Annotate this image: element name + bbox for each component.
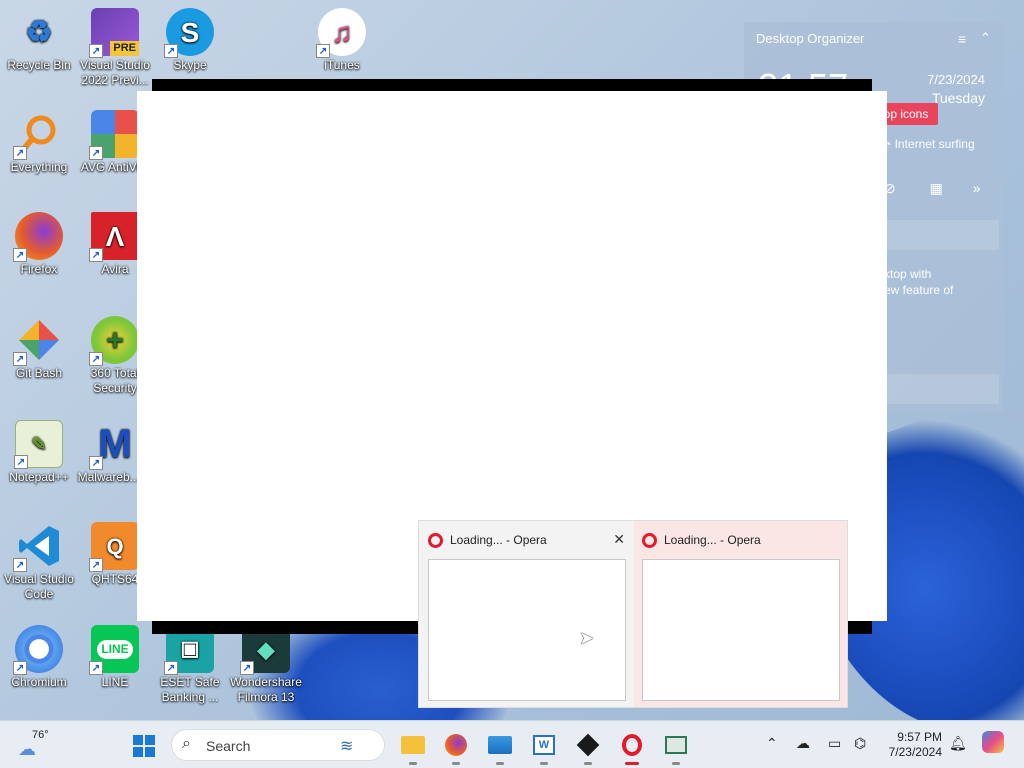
organizer-tip: ktop with ew feature of (884, 267, 954, 297)
opera-icon (642, 533, 657, 548)
taskbar-app[interactable] (660, 729, 692, 765)
preview-title: Loading... - Opera (664, 533, 761, 547)
git-bash-icon: ↗ (13, 316, 63, 366)
taskbar-photos[interactable] (484, 729, 516, 765)
desktop-icon-label: Skype (173, 58, 207, 72)
line-icon: LINE ↗ (89, 625, 139, 675)
desktop-icon-label: Git Bash (15, 366, 63, 380)
taskbar-preview-popup: Loading... - Opera ✕ Loading... - Opera (418, 520, 848, 708)
taskbar-search[interactable]: ⌕ Search ≋ (171, 729, 385, 761)
firefox-icon: ↗ (13, 212, 63, 262)
desktop-icon-vscode[interactable]: ↗ Visual Studio Code (1, 522, 77, 602)
chromium-icon: ↗ (13, 625, 63, 675)
cloud-offline-icon[interactable]: ☁ (796, 735, 810, 752)
desktop-icon-skype[interactable]: S ↗ Skype (152, 8, 228, 73)
organizer-title: Desktop Organizer (756, 31, 865, 46)
start-button[interactable] (133, 735, 155, 757)
photos-icon (488, 736, 512, 754)
desktop-icon-line[interactable]: LINE ↗ LINE (77, 625, 153, 690)
taskbar-file-explorer[interactable] (397, 729, 429, 765)
avg-icon: ↗ (89, 110, 139, 160)
search-icon: ⌕ (182, 735, 191, 752)
organizer-toolbar: ⊘ ▦ » (884, 180, 981, 197)
desktop-icon-label: Avira (101, 262, 129, 276)
weather-widget[interactable]: 76° ☁ (18, 729, 58, 761)
bell-icon[interactable]: 🔔︎ (949, 735, 967, 752)
taskbar: 76° ☁ ⌕ Search ≋ W ⌃ ☁ ▭ ⌬ 9:57 PM 7/23/… (0, 720, 1024, 768)
cloud-icon: ☁ (18, 739, 36, 759)
desktop-icon-recycle-bin[interactable]: ♻ Recycle Bin (1, 8, 77, 73)
everything-icon: ↗ (13, 110, 63, 160)
taskbar-word[interactable]: W (528, 729, 560, 765)
preview-content (428, 559, 626, 701)
display-icon[interactable]: ▭ (828, 735, 841, 752)
desktop-icon-label: iTunes (324, 58, 360, 72)
desktop-icon-chromium[interactable]: ↗ Chromium (1, 625, 77, 690)
notepad-plus-plus-icon: ✎ ↗ (14, 420, 63, 469)
expand-icon[interactable]: » (973, 180, 981, 196)
desktop-icon-label: Visual Studio 2022 Previ... (80, 58, 150, 87)
skype-icon: S ↗ (164, 8, 214, 58)
network-icon[interactable]: ⌬ (854, 735, 866, 752)
organizer-day: Tuesday (931, 90, 985, 106)
close-icon[interactable]: ✕ (613, 531, 625, 548)
vscode-icon: ↗ (13, 522, 63, 572)
desktop-icon-label: Wondershare Filmora 13 (230, 675, 302, 704)
chevron-up-icon[interactable]: ⌃ (980, 30, 991, 46)
preview-content (642, 559, 840, 701)
search-label: Search (206, 738, 251, 754)
copilot-icon[interactable] (982, 731, 1004, 753)
desktop-icon-label: ESET Safe Banking ... (160, 675, 220, 704)
folder-icon (401, 736, 425, 754)
desktop-icon-label: Notepad++ (9, 470, 69, 484)
desktop-icon-visual-studio[interactable]: PRE ↗ Visual Studio 2022 Previ... (77, 8, 153, 88)
desktop-icon-filmora[interactable]: ◆ ↗ Wondershare Filmora 13 (228, 625, 304, 705)
desktop-icon-label: 360 Total Security (90, 366, 140, 395)
preview-title: Loading... - Opera (450, 533, 547, 547)
box-icon (576, 733, 600, 757)
organizer-band (884, 220, 999, 250)
desktop-icon-label: Everything (10, 160, 68, 174)
calculator-icon[interactable]: ▦ (930, 180, 943, 196)
taskbar-opera[interactable] (616, 729, 648, 765)
internet-surfing-tag[interactable]: ◔ Internet surfing (884, 137, 975, 151)
desktop-icon-label: Chromium (11, 675, 67, 689)
desktop-icon-label: Visual Studio Code (4, 572, 74, 601)
hamburger-menu-icon[interactable]: ≡ (958, 31, 966, 47)
taskbar-clock[interactable]: 9:57 PM 7/23/2024 (884, 730, 942, 760)
mouse-cursor-icon: ➤ (579, 628, 595, 648)
desktop-icon-label: LINE (101, 675, 129, 689)
preview-thumbnail[interactable]: Loading... - Opera ✕ (420, 521, 633, 707)
360-security-icon: + ↗ (89, 316, 139, 366)
qhts64-icon: Q ↗ (89, 522, 139, 572)
desktop-icon-everything[interactable]: ↗ Everything (1, 110, 77, 175)
word-icon: W (533, 735, 555, 755)
itunes-icon: ♫ ↗ (316, 8, 366, 58)
opera-icon (428, 533, 443, 548)
desktop-icon-label: Firefox (20, 262, 58, 276)
chevron-up-icon[interactable]: ⌃ (766, 735, 778, 752)
firefox-icon (445, 734, 467, 756)
desktop-icon-label: QHTS64 (91, 572, 139, 586)
desktop-icon-firefox[interactable]: ↗ Firefox (1, 212, 77, 277)
malwarebytes-icon: M ↗ (89, 420, 139, 470)
search-highlight-icon: ≋ (340, 738, 354, 755)
organizer-date: 7/23/2024 (927, 72, 985, 87)
desktop-icon-label: Recycle Bin (7, 58, 71, 72)
desktop-icon-git-bash[interactable]: ↗ Git Bash (1, 316, 77, 381)
taskbar-firefox[interactable] (440, 729, 472, 765)
preview-thumbnail[interactable]: Loading... - Opera (634, 521, 847, 707)
desktop-icon-itunes[interactable]: ♫ ↗ iTunes (304, 8, 380, 73)
opera-icon (622, 734, 642, 756)
visual-studio-icon: PRE ↗ (89, 8, 139, 58)
window-app-icon (665, 736, 687, 754)
desktop-icon-eset-safe-banking[interactable]: ▣ ↗ ESET Safe Banking ... (152, 625, 228, 705)
recycle-bin-icon: ♻ (25, 15, 53, 49)
organizer-band (884, 374, 999, 404)
taskbar-box-app[interactable] (572, 729, 604, 765)
avira-icon: Λ ↗ (89, 212, 139, 262)
desktop-icon-notepad-plus-plus[interactable]: ✎ ↗ Notepad++ (1, 420, 77, 485)
